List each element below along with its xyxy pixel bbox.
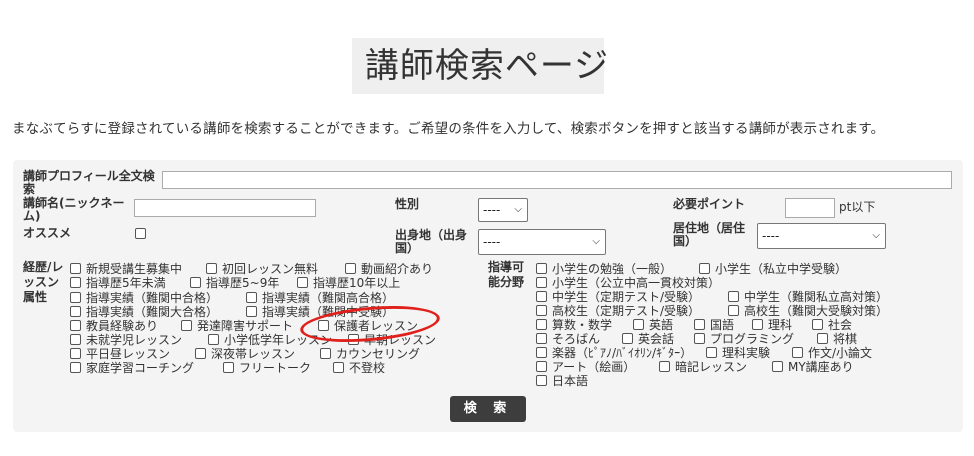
gender-label: 性別	[395, 197, 420, 211]
checkbox-box[interactable]	[70, 306, 81, 317]
checkbox-box[interactable]	[246, 292, 257, 303]
birthplace-select[interactable]: ---- ⌵	[478, 229, 606, 255]
teacher-name-input[interactable]	[134, 199, 316, 217]
gender-select-value: ----	[483, 203, 501, 217]
checkbox-box[interactable]	[70, 362, 81, 373]
profile-search-label: 講師プロフィール全文検索	[23, 169, 155, 196]
checkbox-box[interactable]	[706, 347, 717, 358]
checkbox-box[interactable]	[195, 348, 206, 359]
checkbox-box[interactable]	[190, 277, 201, 288]
checkbox-box[interactable]	[320, 348, 331, 359]
field-label: 指導可能分野	[488, 260, 525, 289]
checkbox-box[interactable]	[297, 277, 308, 288]
checkbox-box[interactable]	[536, 305, 547, 316]
birthplace-label: 出身地（出身国）	[395, 228, 468, 255]
residence-select[interactable]: ---- ⌵	[757, 223, 886, 249]
checkbox-box[interactable]	[752, 319, 763, 330]
career-option[interactable]: 不登校	[333, 359, 385, 376]
checkbox-box[interactable]	[536, 333, 547, 344]
checkbox-box[interactable]	[536, 263, 547, 274]
checkbox-box[interactable]	[70, 263, 81, 274]
checkbox-box[interactable]	[536, 375, 547, 386]
chevron-down-icon: ⌵	[872, 229, 880, 241]
checkbox-box[interactable]	[536, 277, 547, 288]
checkbox-box[interactable]	[622, 333, 633, 344]
chevron-down-icon: ⌵	[592, 235, 600, 247]
checkbox-box[interactable]	[694, 319, 705, 330]
checkbox-box[interactable]	[208, 334, 219, 345]
checkbox-box[interactable]	[70, 348, 81, 359]
checkbox-box[interactable]	[659, 361, 670, 372]
checkbox-box[interactable]	[135, 228, 146, 239]
points-input[interactable]	[785, 198, 835, 218]
birthplace-select-value: ----	[483, 235, 501, 249]
checkbox-box[interactable]	[70, 334, 81, 345]
points-suffix: pt以下	[839, 200, 876, 214]
checkbox-box[interactable]	[699, 263, 710, 274]
checkbox-box[interactable]	[333, 362, 344, 373]
field-option[interactable]: MY講座あり	[772, 358, 854, 375]
checkbox-box[interactable]	[345, 263, 356, 274]
checkbox-box[interactable]	[536, 319, 547, 330]
recommend-label: オススメ	[23, 226, 72, 240]
checkbox-box[interactable]	[536, 361, 547, 372]
search-button[interactable]: 検 索	[450, 396, 526, 422]
teacher-name-label: 講師名(ニックネーム)	[23, 196, 125, 223]
gender-select[interactable]: ---- ⌵	[478, 198, 528, 222]
checkbox-box[interactable]	[812, 319, 823, 330]
field-option[interactable]: 日本語	[536, 372, 588, 389]
checkbox-box[interactable]	[70, 320, 81, 331]
checkbox-box[interactable]	[633, 319, 644, 330]
profile-search-input[interactable]	[162, 171, 952, 189]
checkbox-box[interactable]	[728, 291, 739, 302]
checkbox-box[interactable]	[694, 333, 705, 344]
field-option[interactable]: 小学生（私立中学受験）	[699, 260, 847, 277]
field-option[interactable]: 暗記レッスン	[659, 358, 747, 375]
checkbox-box[interactable]	[728, 305, 739, 316]
page-description: まなぶてらすに登録されている講師を検索することができます。ご希望の条件を入力して…	[12, 121, 885, 137]
checkbox-box[interactable]	[70, 277, 81, 288]
residence-select-value: ----	[762, 229, 780, 243]
checkbox-box[interactable]	[817, 333, 828, 344]
recommend-checkbox[interactable]	[135, 228, 151, 239]
checkbox-box[interactable]	[70, 292, 81, 303]
checkbox-box[interactable]	[536, 291, 547, 302]
checkbox-box[interactable]	[223, 362, 234, 373]
checkbox-box[interactable]	[181, 320, 192, 331]
checkbox-box[interactable]	[206, 263, 217, 274]
points-label: 必要ポイント	[673, 197, 746, 211]
checkbox-box[interactable]	[772, 361, 783, 372]
page-title: 講師検索ページ	[364, 46, 610, 86]
checkbox-box[interactable]	[536, 347, 547, 358]
residence-label: 居住地（居住国）	[673, 221, 746, 248]
career-option[interactable]: 家庭学習コーチング	[70, 359, 194, 376]
career-option[interactable]: フリートーク	[223, 359, 311, 376]
chevron-down-icon: ⌵	[514, 203, 522, 215]
checkbox-box[interactable]	[792, 347, 803, 358]
career-label: 経歴/レッスン属性	[23, 260, 64, 304]
checkbox-box[interactable]	[246, 306, 257, 317]
